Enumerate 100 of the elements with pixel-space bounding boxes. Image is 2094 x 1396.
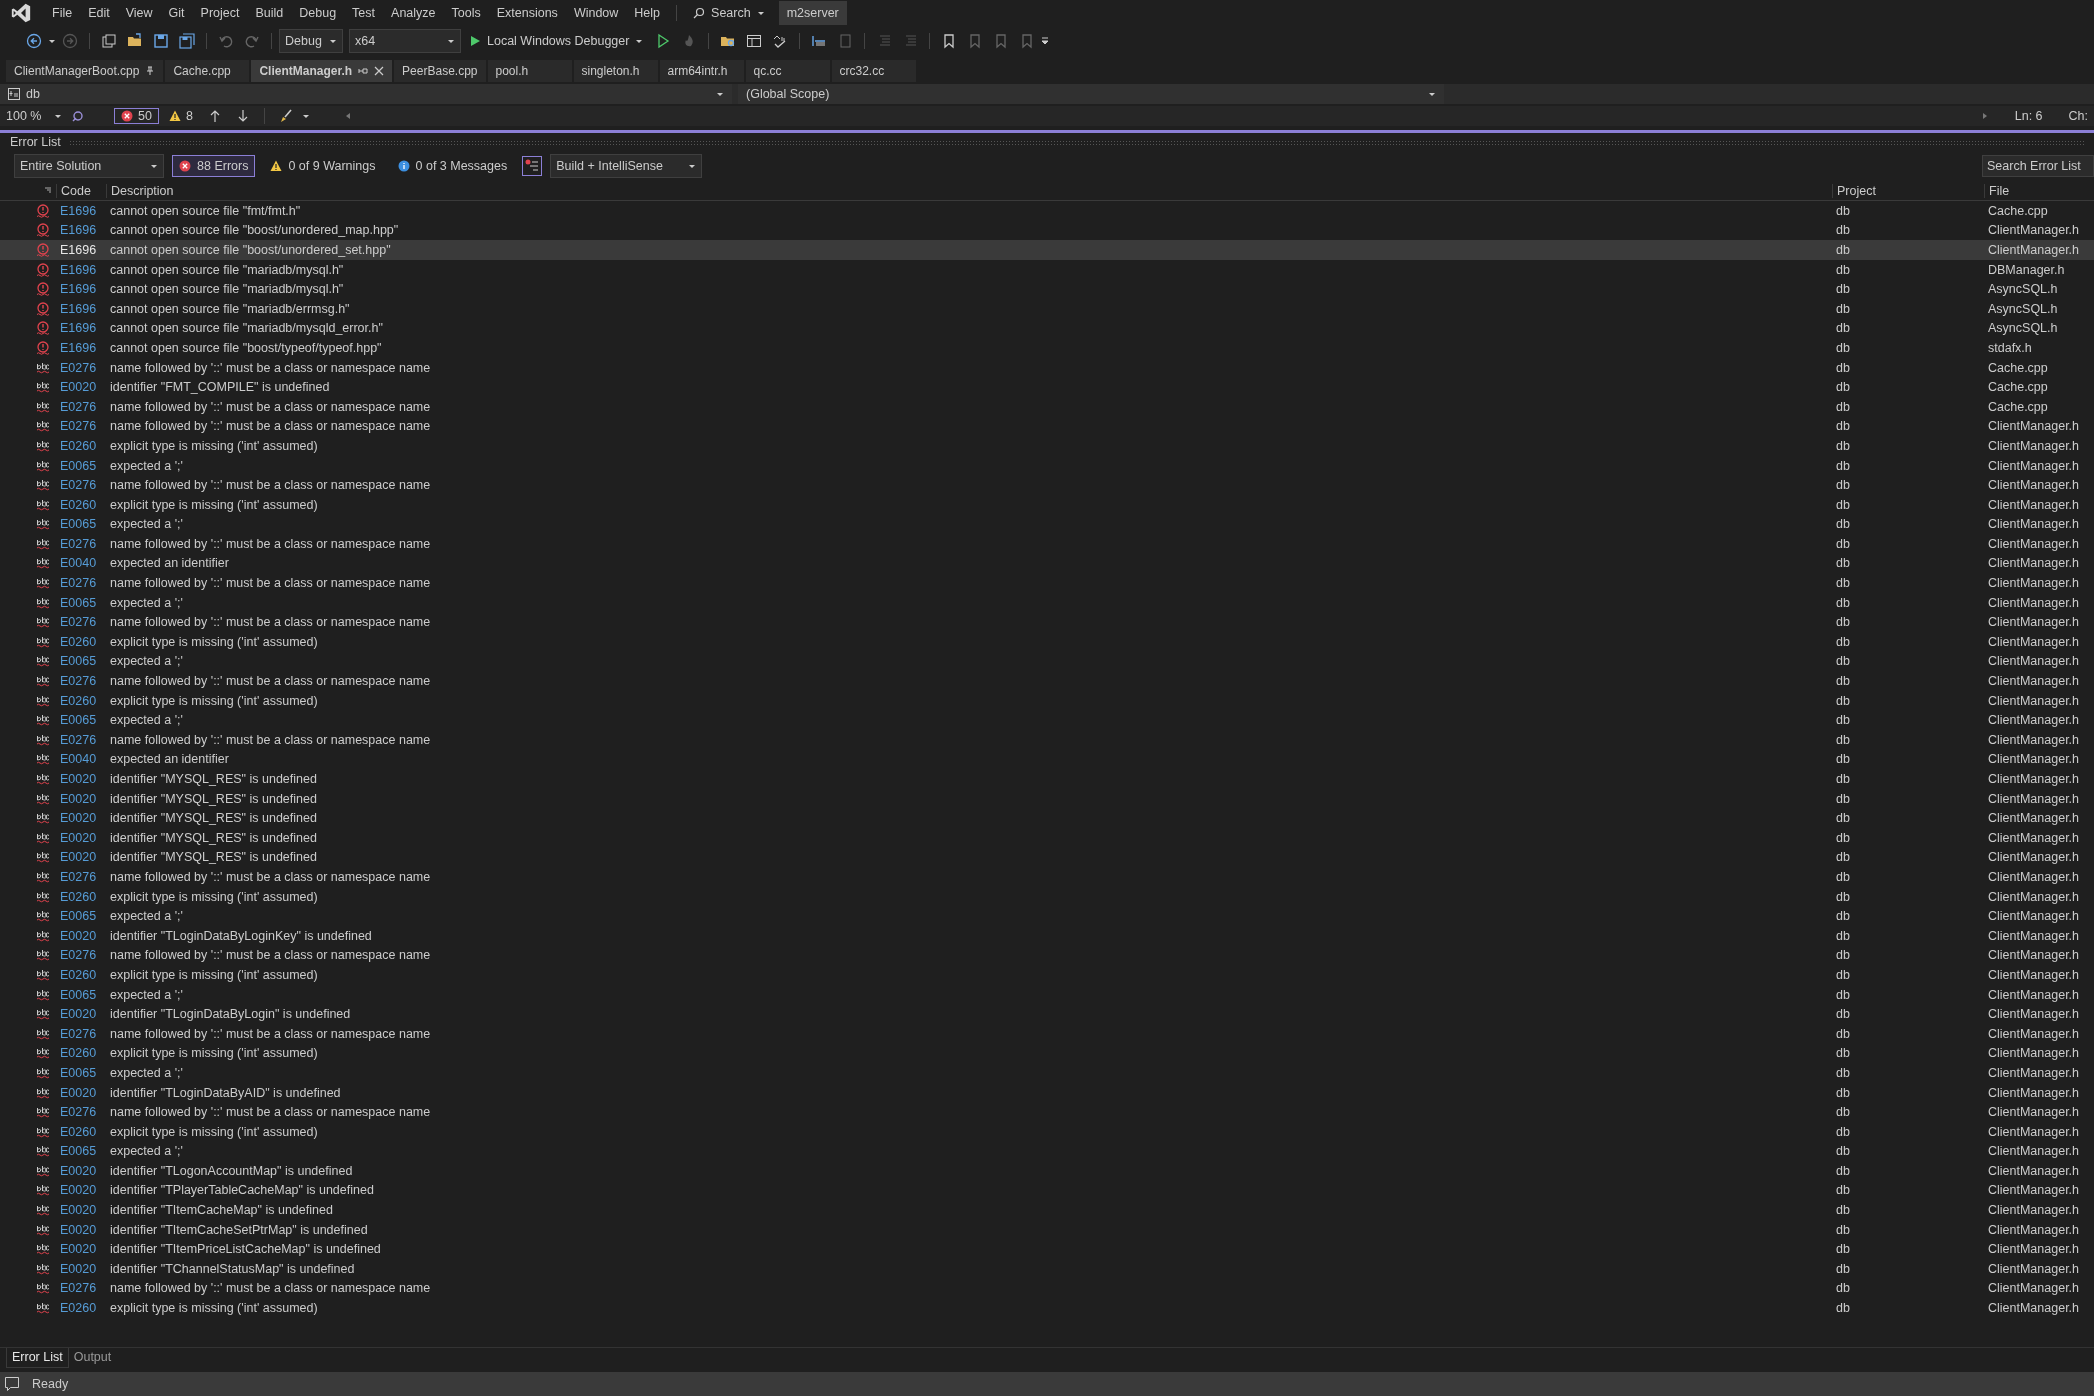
filter-toggle[interactable]: 0 of 9 Warnings — [263, 155, 383, 177]
error-row[interactable]: E0020 identifier "MYSQL_RES" is undefined db ClientManager.h — [0, 769, 2094, 789]
error-row[interactable]: E0020 identifier "TItemPriceListCacheMap" is undefined db ClientManager.h — [0, 1239, 2094, 1260]
error-row[interactable]: E0276 name followed by '::' must be a class or namespace name db ClientManager.h — [0, 573, 2094, 593]
error-code[interactable]: E0276 — [56, 732, 106, 747]
error-code[interactable]: E1696 — [56, 301, 106, 316]
document-tab[interactable]: qc.cc — [745, 60, 830, 82]
error-row[interactable]: E0276 name followed by '::' must be a class or namespace name db ClientManager.h — [0, 867, 2094, 887]
error-code[interactable]: E1696 — [56, 262, 106, 277]
error-code[interactable]: E0276 — [56, 478, 106, 493]
error-code[interactable]: E0260 — [56, 497, 106, 512]
error-code[interactable]: E0276 — [56, 576, 106, 591]
error-code[interactable]: E1696 — [56, 340, 106, 355]
error-row[interactable]: E0065 expected a ';' db ClientManager.h — [0, 455, 2094, 476]
error-code[interactable]: E0040 — [56, 556, 106, 571]
menu-item[interactable]: Git — [160, 6, 193, 20]
error-code[interactable]: E0260 — [56, 1124, 106, 1139]
error-code[interactable]: E0276 — [56, 948, 106, 963]
error-row[interactable]: E0065 expected a ';' db ClientManager.h — [0, 651, 2094, 672]
scroll-right-icon[interactable] — [1980, 112, 1989, 120]
configuration-dropdown[interactable]: Debug — [279, 29, 343, 53]
error-row[interactable]: E0276 name followed by '::' must be a class or namespace name db ClientManager.h — [0, 945, 2094, 966]
error-row[interactable]: E0020 identifier "MYSQL_RES" is undefined db ClientManager.h — [0, 828, 2094, 848]
error-row[interactable]: E1696 cannot open source file "mariadb/mysql.h" db AsyncSQL.h — [0, 279, 2094, 299]
indent-icon[interactable] — [811, 33, 828, 49]
error-row[interactable]: E0020 identifier "TPlayerTableCacheMap" is undefined db ClientManager.h — [0, 1180, 2094, 1201]
document-tab[interactable]: ClientManager.h — [251, 60, 393, 82]
error-code[interactable]: E0276 — [56, 870, 106, 884]
error-code[interactable]: E0276 — [56, 615, 106, 630]
error-row[interactable]: E0276 name followed by '::' must be a class or namespace name db ClientManager.h — [0, 612, 2094, 633]
error-row[interactable]: E0260 explicit type is missing ('int' assumed) db ClientManager.h — [0, 1298, 2094, 1318]
error-row[interactable]: E0276 name followed by '::' must be a class or namespace name db Cache.cpp — [0, 357, 2094, 378]
error-row[interactable]: E1696 cannot open source file "mariadb/mysqld_error.h" db AsyncSQL.h — [0, 318, 2094, 339]
error-row[interactable]: E0260 explicit type is missing ('int' assumed) db ClientManager.h — [0, 1121, 2094, 1142]
error-code[interactable]: E0276 — [56, 1026, 106, 1041]
document-tab[interactable]: PeerBase.cpp — [394, 60, 486, 82]
sort-icon[interactable] — [44, 186, 52, 195]
error-code[interactable]: E0065 — [56, 1065, 106, 1080]
error-code[interactable]: E0260 — [56, 967, 106, 982]
error-row[interactable]: E1696 cannot open source file "boost/typeof/typeof.hpp" db stdafx.h — [0, 338, 2094, 358]
error-code[interactable]: E0276 — [56, 360, 106, 375]
document-tab[interactable]: singleton.h — [573, 60, 658, 82]
error-row[interactable]: E1696 cannot open source file "mariadb/mysql.h" db DBManager.h — [0, 259, 2094, 280]
error-row[interactable]: E0260 explicit type is missing ('int' assumed) db ClientManager.h — [0, 436, 2094, 456]
column-header[interactable]: Description — [106, 183, 1832, 198]
platform-dropdown[interactable]: x64 — [349, 29, 461, 53]
error-row[interactable]: E0276 name followed by '::' must be a class or namespace name db ClientManager.h — [0, 534, 2094, 554]
error-row[interactable]: E0020 identifier "TItemCacheMap" is undefined db ClientManager.h — [0, 1200, 2094, 1220]
pin-icon[interactable] — [145, 66, 156, 76]
error-row[interactable]: E0260 explicit type is missing ('int' assumed) db ClientManager.h — [0, 886, 2094, 907]
menu-item[interactable]: Window — [565, 6, 627, 20]
open-folder-icon[interactable] — [127, 33, 143, 49]
error-count[interactable]: 50 — [114, 108, 159, 124]
error-code[interactable]: E0020 — [56, 380, 106, 395]
error-row[interactable]: E0020 identifier "TLoginDataByAID" is undefined db ClientManager.h — [0, 1082, 2094, 1103]
error-row[interactable]: E0020 identifier "TLogonAccountMap" is undefined db ClientManager.h — [0, 1161, 2094, 1181]
zoom-dropdown[interactable]: 100 % — [6, 109, 62, 123]
redo-icon[interactable] — [244, 33, 260, 49]
error-code[interactable]: E0020 — [56, 1163, 106, 1178]
error-row[interactable]: E0276 name followed by '::' must be a class or namespace name db ClientManager.h — [0, 416, 2094, 437]
error-code[interactable]: E0040 — [56, 752, 106, 767]
error-row[interactable]: E0260 explicit type is missing ('int' assumed) db ClientManager.h — [0, 494, 2094, 515]
error-row[interactable]: E0065 expected a ';' db ClientManager.h — [0, 710, 2094, 731]
start-debugging-button[interactable]: Local Windows Debugger — [463, 34, 650, 48]
notification-icon[interactable] — [4, 1376, 20, 1392]
error-code[interactable]: E0020 — [56, 1007, 106, 1022]
error-code[interactable]: E0276 — [56, 419, 106, 434]
error-row[interactable]: E0020 identifier "TItemCacheSetPtrMap" is undefined db ClientManager.h — [0, 1219, 2094, 1240]
error-row[interactable]: E0260 explicit type is missing ('int' assumed) db ClientManager.h — [0, 690, 2094, 711]
error-code[interactable]: E0276 — [56, 1105, 106, 1120]
column-header[interactable]: Project — [1832, 183, 1984, 198]
error-code[interactable]: E0020 — [56, 850, 106, 865]
error-code[interactable]: E0065 — [56, 517, 106, 532]
filter-toggle[interactable]: 0 of 3 Messages — [390, 155, 515, 177]
error-code[interactable]: E0260 — [56, 889, 106, 904]
error-code[interactable]: E1696 — [56, 203, 106, 218]
error-code[interactable]: E0020 — [56, 811, 106, 826]
error-code[interactable]: E1696 — [56, 321, 106, 336]
error-row[interactable]: E0276 name followed by '::' must be a class or namespace name db ClientManager.h — [0, 730, 2094, 750]
error-code[interactable]: E0276 — [56, 399, 106, 414]
error-code[interactable]: E1696 — [56, 223, 106, 238]
error-code[interactable]: E0020 — [56, 1085, 106, 1100]
error-row[interactable]: E0065 expected a ';' db ClientManager.h — [0, 1063, 2094, 1083]
error-code[interactable]: E0020 — [56, 1203, 106, 1218]
error-row[interactable]: E0276 name followed by '::' must be a class or namespace name db ClientManager.h — [0, 1023, 2094, 1044]
menu-item[interactable]: Tools — [443, 6, 489, 20]
document-tab[interactable]: arm64intr.h — [659, 60, 744, 82]
error-row[interactable]: E0065 expected a ';' db ClientManager.h — [0, 984, 2094, 1005]
filter-icon[interactable] — [522, 156, 543, 176]
overflow-icon[interactable] — [1041, 37, 1050, 45]
menu-item[interactable]: Extensions — [488, 6, 566, 20]
error-row[interactable]: E0065 expected a ';' db ClientManager.h — [0, 592, 2094, 613]
error-row[interactable]: E0020 identifier "MYSQL_RES" is undefined db ClientManager.h — [0, 808, 2094, 828]
error-code[interactable]: E0276 — [56, 1281, 106, 1296]
back-icon[interactable] — [26, 33, 42, 49]
menu-item[interactable]: Analyze — [383, 6, 444, 20]
error-code[interactable]: E0065 — [56, 595, 106, 610]
search-button[interactable]: Search — [685, 6, 773, 20]
error-row[interactable]: E0020 identifier "FMT_COMPILE" is undefined db Cache.cpp — [0, 377, 2094, 397]
error-code[interactable]: E0020 — [56, 1242, 106, 1257]
